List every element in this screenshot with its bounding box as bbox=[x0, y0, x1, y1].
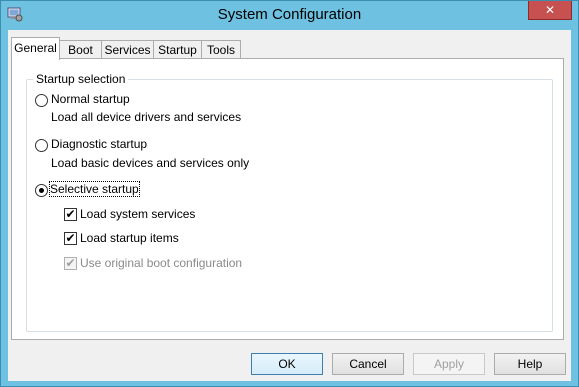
selective-startup-radio[interactable] bbox=[35, 184, 48, 197]
normal-startup-description: Load all device drivers and services bbox=[51, 110, 242, 124]
system-configuration-window: System Configuration ✕ General Boot Serv… bbox=[0, 0, 579, 387]
selective-startup-label[interactable]: Selective startup bbox=[49, 181, 140, 197]
diagnostic-startup-description: Load basic devices and services only bbox=[51, 156, 250, 170]
load-system-services-label[interactable]: Load system services bbox=[80, 207, 195, 221]
window-title: System Configuration bbox=[217, 6, 362, 23]
load-system-services-checkbox[interactable]: ✔ bbox=[64, 208, 77, 221]
tab-services[interactable]: Services bbox=[101, 40, 154, 59]
tab-boot[interactable]: Boot bbox=[59, 40, 102, 59]
ok-button[interactable]: OK bbox=[251, 353, 323, 375]
normal-startup-radio[interactable] bbox=[35, 94, 48, 107]
group-title: Startup selection bbox=[33, 72, 129, 86]
cancel-button[interactable]: Cancel bbox=[332, 353, 404, 375]
close-button[interactable]: ✕ bbox=[528, 1, 572, 20]
diagnostic-startup-label[interactable]: Diagnostic startup bbox=[51, 137, 147, 151]
tab-startup[interactable]: Startup bbox=[153, 40, 202, 59]
use-original-boot-config-checkbox: ✔ bbox=[64, 256, 77, 270]
load-startup-items-checkbox[interactable]: ✔ bbox=[64, 232, 77, 245]
apply-button: Apply bbox=[413, 353, 485, 375]
title-bar[interactable]: System Configuration ✕ bbox=[1, 1, 578, 29]
load-startup-items-label[interactable]: Load startup items bbox=[80, 231, 179, 245]
use-original-boot-config-label: Use original boot configuration bbox=[80, 256, 243, 270]
normal-startup-label[interactable]: Normal startup bbox=[51, 92, 130, 106]
general-tab-panel: Startup selection Normal startup Load al… bbox=[11, 58, 564, 340]
close-icon: ✕ bbox=[544, 3, 556, 17]
tab-general[interactable]: General bbox=[11, 37, 60, 60]
startup-selection-group: Startup selection Normal startup Load al… bbox=[26, 72, 553, 332]
help-button[interactable]: Help bbox=[494, 353, 566, 375]
diagnostic-startup-radio[interactable] bbox=[35, 139, 48, 152]
dialog-client-area: General Boot Services Startup Tools Star… bbox=[8, 30, 571, 381]
tab-tools[interactable]: Tools bbox=[201, 40, 241, 59]
